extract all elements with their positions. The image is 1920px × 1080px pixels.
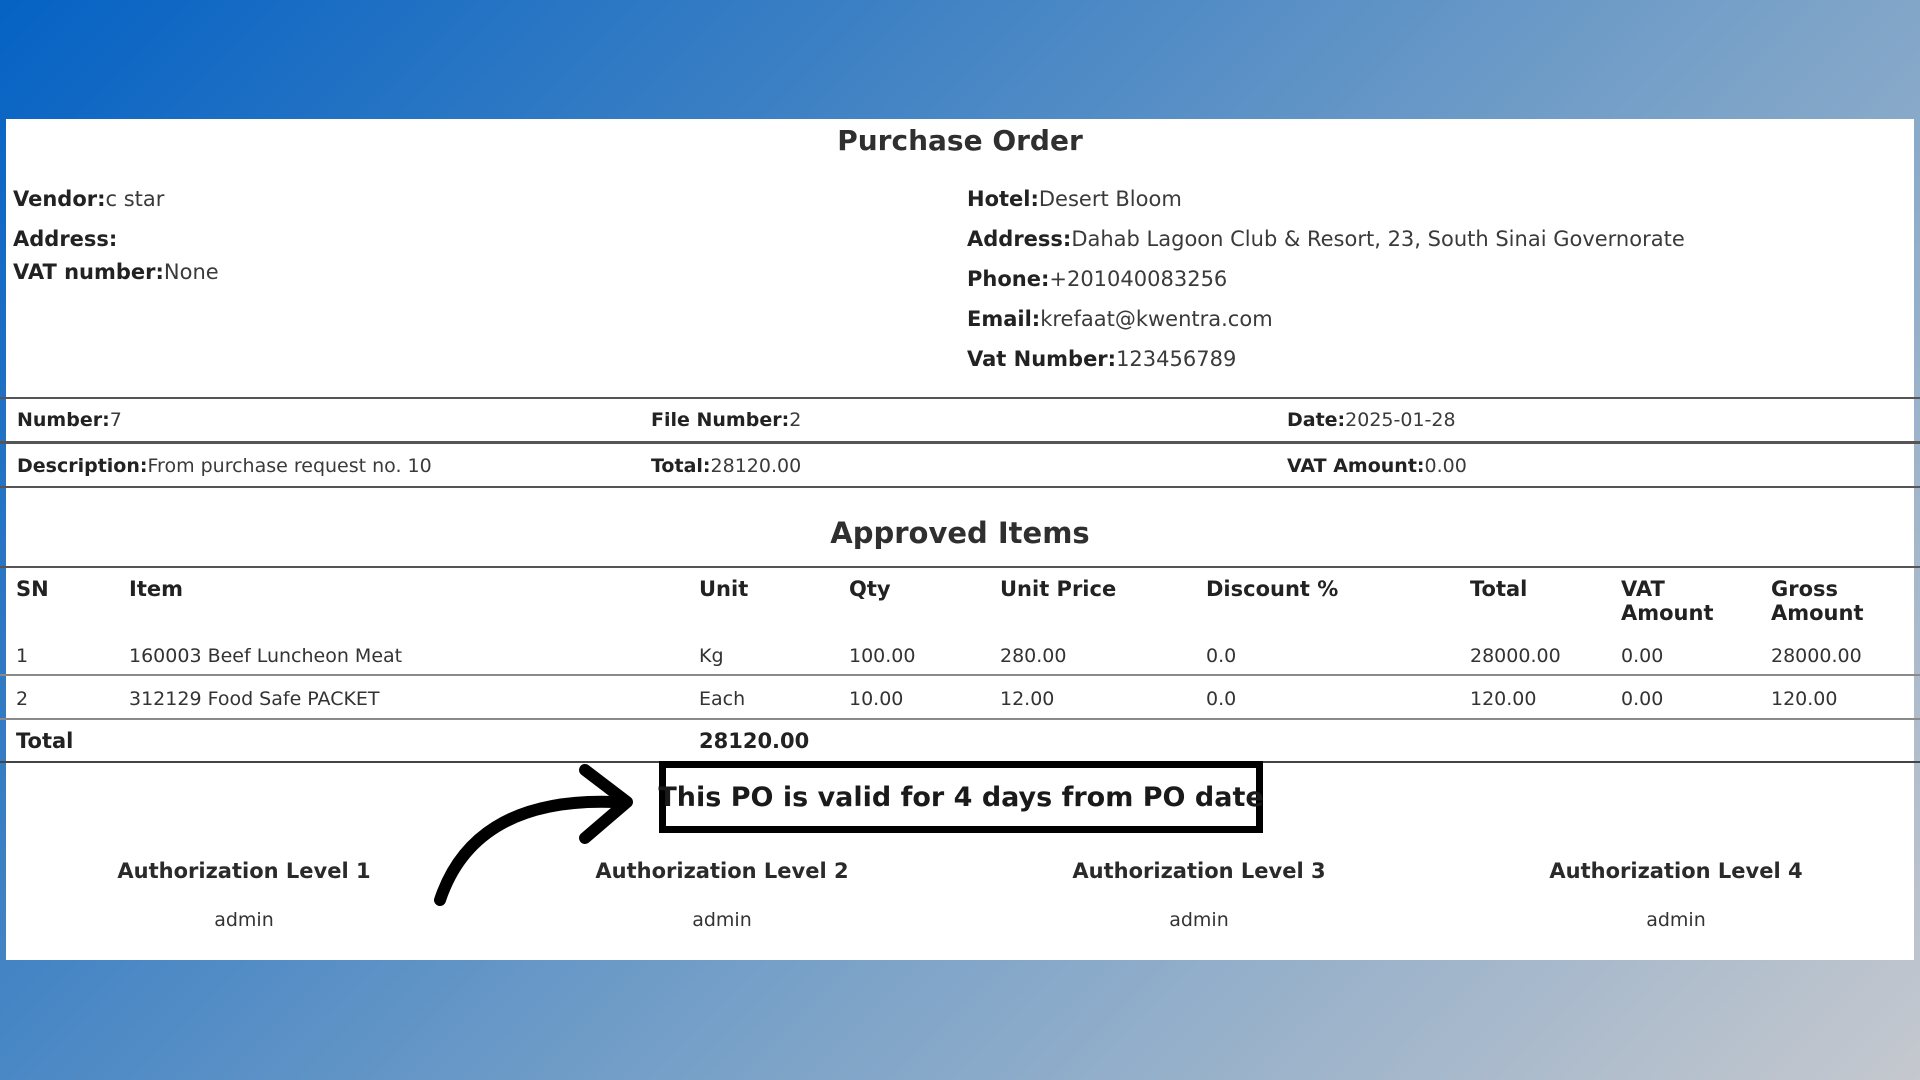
authorization-level-1-user: admin (214, 909, 274, 931)
summary-band-1 (0, 397, 1920, 443)
row-2-total: 120.00 (1470, 688, 1537, 710)
validity-callout: This PO is valid for 4 days from PO date (658, 761, 1264, 833)
header-total: Total (1470, 577, 1528, 601)
row-1-item: 160003 Beef Luncheon Meat (129, 645, 403, 667)
vat-amount-label: VAT Amount: (1287, 455, 1425, 477)
header-gross-amount-line2: Amount (1771, 601, 1864, 625)
po-number-label: Number: (17, 409, 110, 431)
file-number-field: File Number:2 (651, 409, 801, 431)
vendor-address-label: Address: (13, 227, 118, 251)
row-1-unit-price: 280.00 (1000, 645, 1067, 667)
authorization-level-4: Authorization Level 4 admin (1476, 859, 1876, 931)
file-number-label: File Number: (651, 409, 790, 431)
authorization-level-1: Authorization Level 1 admin (44, 859, 444, 931)
row-divider-1 (0, 674, 1920, 676)
row-divider-2 (0, 718, 1920, 720)
header-vat-amount-line2: Amount (1621, 601, 1714, 625)
po-number-field: Number:7 (17, 409, 122, 431)
header-item: Item (129, 577, 183, 601)
row-2-qty: 10.00 (849, 688, 904, 710)
vat-number-value: 123456789 (1116, 347, 1237, 371)
table-top-border (0, 566, 1920, 568)
hotel-value: Desert Bloom (1038, 187, 1182, 211)
po-number-value: 7 (109, 409, 122, 431)
authorization-level-1-title: Authorization Level 1 (117, 859, 371, 883)
vendor-vat-field: VAT number:None (13, 260, 219, 284)
row-2-sn: 2 (16, 688, 29, 710)
authorization-level-3-user: admin (1169, 909, 1229, 931)
header-sn: SN (16, 577, 49, 601)
header-discount: Discount % (1206, 577, 1339, 601)
description-label: Description: (17, 455, 148, 477)
summary-total-value: 28120.00 (710, 455, 802, 477)
email-field: Email:krefaat@kwentra.com (967, 307, 1273, 331)
header-qty: Qty (849, 577, 891, 601)
vat-number-label: Vat Number: (967, 347, 1117, 371)
header-unit-price: Unit Price (1000, 577, 1117, 601)
authorization-level-4-user: admin (1646, 909, 1706, 931)
hotel-field: Hotel:Desert Bloom (967, 187, 1182, 211)
row-2-item: 312129 Food Safe PACKET (129, 688, 380, 710)
header-gross-amount: Gross Amount (1771, 577, 1864, 625)
authorization-level-2-user: admin (692, 909, 752, 931)
authorization-level-3-title: Authorization Level 3 (1072, 859, 1326, 883)
table-total-label: Total (16, 729, 74, 753)
vendor-value: c star (105, 187, 165, 211)
hotel-address-field: Address:Dahab Lagoon Club & Resort, 23, … (967, 227, 1685, 251)
hotel-label: Hotel: (967, 187, 1039, 211)
file-number-value: 2 (789, 409, 802, 431)
row-1-discount: 0.0 (1206, 645, 1237, 667)
date-field: Date:2025-01-28 (1287, 409, 1456, 431)
date-label: Date: (1287, 409, 1346, 431)
row-2-discount: 0.0 (1206, 688, 1237, 710)
summary-total-label: Total: (651, 455, 711, 477)
hotel-address-label: Address: (967, 227, 1072, 251)
description-field: Description:From purchase request no. 10 (17, 455, 432, 477)
row-1-total: 28000.00 (1470, 645, 1561, 667)
row-1-sn: 1 (16, 645, 29, 667)
document-title: Purchase Order (837, 124, 1083, 157)
header-vat-amount: VAT Amount (1621, 577, 1714, 625)
vat-amount-field: VAT Amount:0.00 (1287, 455, 1467, 477)
vendor-vat-value: None (163, 260, 219, 284)
date-value: 2025-01-28 (1345, 409, 1456, 431)
description-value: From purchase request no. 10 (147, 455, 432, 477)
row-2-gross: 120.00 (1771, 688, 1838, 710)
hotel-address-value: Dahab Lagoon Club & Resort, 23, South Si… (1071, 227, 1685, 251)
row-1-gross: 28000.00 (1771, 645, 1862, 667)
header-vat-amount-line1: VAT (1621, 577, 1665, 601)
vendor-vat-label: VAT number: (13, 260, 164, 284)
authorization-level-2: Authorization Level 2 admin (522, 859, 922, 931)
row-2-unit-price: 12.00 (1000, 688, 1055, 710)
row-1-unit: Kg (699, 645, 724, 667)
row-2-vat: 0.00 (1621, 688, 1664, 710)
vendor-field: Vendor:c star (13, 187, 164, 211)
vat-number-field: Vat Number:123456789 (967, 347, 1236, 371)
authorization-level-2-title: Authorization Level 2 (595, 859, 849, 883)
phone-label: Phone: (967, 267, 1050, 291)
row-1-vat: 0.00 (1621, 645, 1664, 667)
authorization-level-4-title: Authorization Level 4 (1549, 859, 1803, 883)
email-label: Email: (967, 307, 1041, 331)
authorization-level-3: Authorization Level 3 admin (999, 859, 1399, 931)
row-2-unit: Each (699, 688, 746, 710)
phone-value: +201040083256 (1049, 267, 1228, 291)
table-total-value: 28120.00 (699, 729, 810, 753)
header-gross-amount-line1: Gross (1771, 577, 1839, 601)
summary-total-field: Total:28120.00 (651, 455, 801, 477)
approved-items-title: Approved Items (830, 516, 1090, 550)
email-value: krefaat@kwentra.com (1040, 307, 1273, 331)
vendor-address-field: Address: (13, 227, 117, 251)
header-unit: Unit (699, 577, 749, 601)
vat-amount-value: 0.00 (1424, 455, 1467, 477)
phone-field: Phone:+201040083256 (967, 267, 1227, 291)
vendor-label: Vendor: (13, 187, 106, 211)
row-1-qty: 100.00 (849, 645, 916, 667)
